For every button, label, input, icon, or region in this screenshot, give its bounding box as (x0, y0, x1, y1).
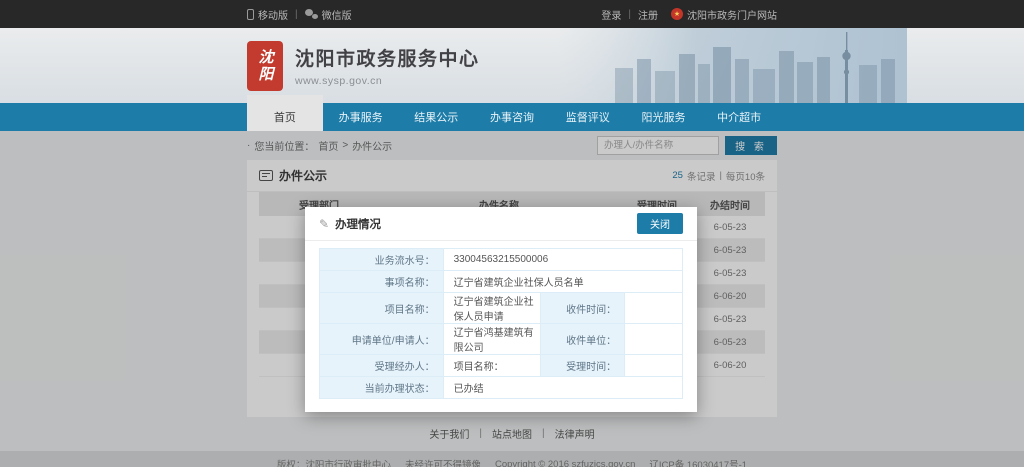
field-value (625, 355, 683, 377)
modal-detail-table: 业务流水号： 33004563215500006 事项名称： 辽宁省建筑企业社保… (319, 248, 683, 399)
modal-title: 办理情况 (335, 216, 381, 232)
field-label: 申请单位/申请人： (320, 324, 444, 355)
modal-row-project-name: 项目名称： 辽宁省建筑企业社保人员申请 收件时间： (320, 293, 683, 324)
main-nav: 首页 办事服务 结果公示 办事咨询 监督评议 阳光服务 中介超市 (0, 103, 1024, 131)
portal-label: 沈阳市政务门户网站 (687, 7, 777, 22)
nav-tab-sunshine[interactable]: 阳光服务 (626, 103, 702, 131)
field-value: 已办结 (443, 377, 682, 399)
processing-status-modal: ✎ 办理情况 关闭 业务流水号： 33004563215500006 事项名称：… (305, 207, 697, 412)
field-value: 辽宁省建筑企业社保人员名单 (443, 271, 682, 293)
field-label: 事项名称： (320, 271, 444, 293)
site-url: www.sysp.gov.cn (295, 75, 480, 87)
topbar-divider: | (295, 9, 298, 20)
login-link[interactable]: 登录 (601, 7, 621, 22)
field-label: 收件单位： (541, 324, 625, 355)
modal-row-status: 当前办理状态： 已办结 (320, 377, 683, 399)
field-value: 辽宁省建筑企业社保人员申请 (443, 293, 541, 324)
modal-row-applicant: 申请单位/申请人： 辽宁省鸿基建筑有限公司 收件单位： (320, 324, 683, 355)
portal-link[interactable]: ★ 沈阳市政务门户网站 (671, 7, 777, 22)
mobile-version-label: 移动版 (258, 7, 288, 22)
top-bar: 移动版 | 微信版 登录 | 注册 ★ 沈阳市政务门户网站 (0, 0, 1024, 28)
modal-row-serial: 业务流水号： 33004563215500006 (320, 249, 683, 271)
modal-row-handler: 受理经办人： 项目名称： 受理时间： (320, 355, 683, 377)
field-value: 33004563215500006 (443, 249, 682, 271)
field-label: 受理时间： (541, 355, 625, 377)
nav-tab-intermediary[interactable]: 中介超市 (701, 103, 777, 131)
edit-icon: ✎ (319, 217, 329, 231)
nav-tab-home[interactable]: 首页 (247, 95, 323, 131)
nav-tab-services[interactable]: 办事服务 (323, 103, 399, 131)
field-value (625, 293, 683, 324)
wechat-version-label: 微信版 (322, 7, 352, 22)
site-logo-seal: 沈阳 (247, 41, 283, 91)
modal-row-item-name: 事项名称： 辽宁省建筑企业社保人员名单 (320, 271, 683, 293)
nav-tab-results[interactable]: 结果公示 (398, 103, 474, 131)
wechat-version-link[interactable]: 微信版 (305, 7, 352, 22)
nav-tab-consult[interactable]: 办事咨询 (474, 103, 550, 131)
topbar-divider: | (628, 9, 631, 20)
field-label: 当前办理状态： (320, 377, 444, 399)
close-button[interactable]: 关闭 (637, 213, 683, 234)
national-emblem-icon: ★ (671, 8, 683, 20)
site-header: 沈阳 沈阳市政务服务中心 www.sysp.gov.cn (0, 28, 1024, 103)
field-value: 辽宁省鸿基建筑有限公司 (443, 324, 541, 355)
field-label: 项目名称： (320, 293, 444, 324)
mobile-version-link[interactable]: 移动版 (247, 7, 288, 22)
city-skyline-image (557, 28, 907, 103)
page: 移动版 | 微信版 登录 | 注册 ★ 沈阳市政务门户网站 (0, 0, 1024, 467)
nav-tab-supervision[interactable]: 监督评议 (550, 103, 626, 131)
phone-icon (247, 9, 254, 20)
field-value (625, 324, 683, 355)
register-link[interactable]: 注册 (638, 7, 658, 22)
field-label: 业务流水号： (320, 249, 444, 271)
site-title: 沈阳市政务服务中心 (295, 44, 480, 71)
field-value: 项目名称： (443, 355, 541, 377)
wechat-icon (305, 9, 318, 19)
field-label: 受理经办人： (320, 355, 444, 377)
field-label: 收件时间： (541, 293, 625, 324)
